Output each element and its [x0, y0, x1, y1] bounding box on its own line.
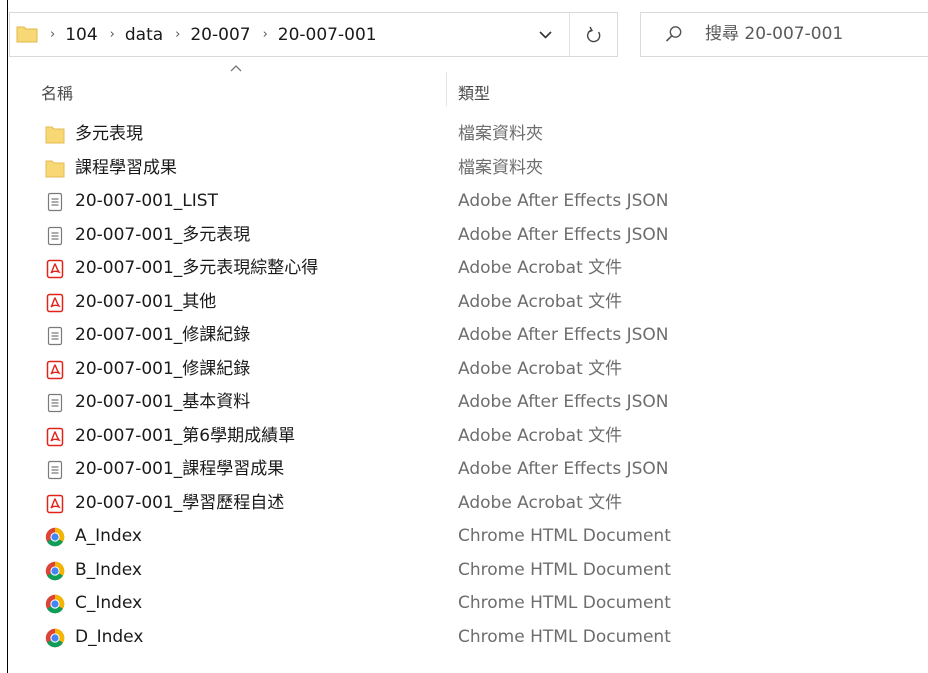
file-row[interactable]: 課程學習成果 檔案資料夾: [14, 152, 914, 185]
pdf-file-icon: [45, 427, 65, 447]
file-row[interactable]: 20-007-001_學習歷程自述 Adobe Acrobat 文件: [14, 487, 914, 520]
file-name[interactable]: A_Index: [75, 520, 142, 553]
file-row[interactable]: 20-007-001_修課紀錄 Adobe After Effects JSON: [14, 319, 914, 352]
file-type: Adobe Acrobat 文件: [458, 258, 623, 278]
file-type: Chrome HTML Document: [458, 526, 671, 546]
file-type: Adobe Acrobat 文件: [458, 492, 623, 513]
json-file-icon: [45, 393, 65, 413]
file-type: Chrome HTML Document: [458, 559, 671, 580]
file-row[interactable]: 20-007-001_LIST Adobe After Effects JSON: [14, 185, 914, 218]
pdf-file-icon: [45, 494, 65, 514]
chevron-right-icon[interactable]: ›: [110, 27, 115, 42]
file-row[interactable]: 多元表現 檔案資料夾: [14, 118, 914, 151]
file-name[interactable]: D_Index: [75, 621, 143, 654]
file-type: Adobe After Effects JSON: [458, 224, 669, 245]
chrome-icon: [45, 628, 65, 648]
breadcrumb: › 104 › data › 20-007 › 20-007-001: [44, 13, 377, 56]
divider: [569, 13, 570, 56]
refresh-icon: [587, 26, 601, 42]
breadcrumb-item[interactable]: 20-007: [190, 25, 250, 45]
file-type: Chrome HTML Document: [458, 626, 671, 647]
column-divider[interactable]: [446, 72, 447, 106]
file-type: Adobe After Effects JSON: [458, 392, 669, 412]
folder-icon: [45, 159, 65, 179]
file-row[interactable]: 20-007-001_修課紀錄 Adobe Acrobat 文件: [14, 353, 914, 386]
pdf-file-icon: [45, 293, 65, 313]
file-type: Adobe Acrobat 文件: [458, 291, 623, 312]
file-name[interactable]: 20-007-001_第6學期成績單: [75, 420, 295, 453]
file-name[interactable]: 20-007-001_修課紀錄: [75, 353, 250, 386]
pdf-file-icon: [45, 360, 65, 380]
address-history-dropdown[interactable]: [530, 13, 560, 56]
json-file-icon: [45, 226, 65, 246]
breadcrumb-item[interactable]: 20-007-001: [278, 25, 377, 45]
file-row[interactable]: 20-007-001_多元表現綜整心得 Adobe Acrobat 文件: [14, 252, 914, 285]
file-type: Chrome HTML Document: [458, 593, 671, 613]
folder-icon: [45, 125, 65, 145]
sort-ascending-icon: [230, 65, 242, 72]
file-row[interactable]: D_Index Chrome HTML Document: [14, 621, 914, 654]
folder-icon: [16, 26, 38, 43]
file-type: Adobe After Effects JSON: [458, 191, 669, 211]
file-row[interactable]: 20-007-001_第6學期成績單 Adobe Acrobat 文件: [14, 420, 914, 453]
json-file-icon: [45, 326, 65, 346]
json-file-icon: [45, 460, 65, 480]
file-name[interactable]: C_Index: [75, 587, 142, 620]
file-row[interactable]: 20-007-001_基本資料 Adobe After Effects JSON: [14, 386, 914, 419]
column-header-type[interactable]: 類型: [458, 80, 490, 104]
window-left-edge: [0, 0, 8, 673]
file-type: Adobe Acrobat 文件: [458, 358, 623, 379]
search-box[interactable]: 搜尋 20-007-001: [640, 12, 928, 57]
file-type: Adobe After Effects JSON: [458, 325, 669, 345]
file-row[interactable]: B_Index Chrome HTML Document: [14, 554, 914, 587]
file-row[interactable]: 20-007-001_其他 Adobe Acrobat 文件: [14, 286, 914, 319]
file-type: Adobe Acrobat 文件: [458, 425, 623, 446]
pdf-file-icon: [45, 259, 65, 279]
search-input[interactable]: 搜尋 20-007-001: [705, 13, 843, 56]
file-type: 檔案資料夾: [458, 157, 543, 178]
file-row[interactable]: A_Index Chrome HTML Document: [14, 520, 914, 553]
chevron-right-icon[interactable]: ›: [175, 27, 180, 42]
search-icon: [665, 26, 682, 42]
file-name[interactable]: 多元表現: [75, 118, 143, 151]
file-name[interactable]: 20-007-001_多元表現: [75, 219, 250, 252]
file-row[interactable]: 20-007-001_課程學習成果 Adobe After Effects JSO…: [14, 453, 914, 486]
chevron-right-icon[interactable]: ›: [50, 27, 55, 42]
file-name[interactable]: 20-007-001_LIST: [75, 185, 218, 218]
file-name[interactable]: 20-007-001_學習歷程自述: [75, 487, 284, 520]
chevron-right-icon[interactable]: ›: [263, 27, 268, 42]
column-header-name[interactable]: 名稱: [41, 80, 73, 104]
json-file-icon: [45, 192, 65, 212]
file-type: Adobe After Effects JSON: [458, 459, 669, 479]
chrome-icon: [45, 561, 65, 581]
file-name[interactable]: B_Index: [75, 554, 142, 587]
file-type: 檔案資料夾: [458, 124, 543, 144]
file-row[interactable]: 20-007-001_多元表現 Adobe After Effects JSON: [14, 219, 914, 252]
address-bar[interactable]: › 104 › data › 20-007 › 20-007-001: [9, 12, 618, 57]
breadcrumb-item[interactable]: data: [125, 25, 163, 45]
chrome-icon: [45, 527, 65, 547]
file-name[interactable]: 20-007-001_其他: [75, 286, 216, 319]
file-row[interactable]: C_Index Chrome HTML Document: [14, 587, 914, 620]
refresh-button[interactable]: [571, 13, 617, 56]
chrome-icon: [45, 594, 65, 614]
breadcrumb-item[interactable]: 104: [65, 25, 97, 45]
file-explorer-window: › 104 › data › 20-007 › 20-007-001 搜尋 20…: [0, 0, 928, 673]
file-name[interactable]: 20-007-001_基本資料: [75, 386, 250, 419]
file-name[interactable]: 20-007-001_多元表現綜整心得: [75, 252, 318, 285]
file-name[interactable]: 20-007-001_修課紀錄: [75, 319, 250, 352]
file-name[interactable]: 課程學習成果: [75, 152, 177, 185]
chevron-down-icon: [538, 30, 552, 39]
file-name[interactable]: 20-007-001_課程學習成果: [75, 453, 284, 486]
